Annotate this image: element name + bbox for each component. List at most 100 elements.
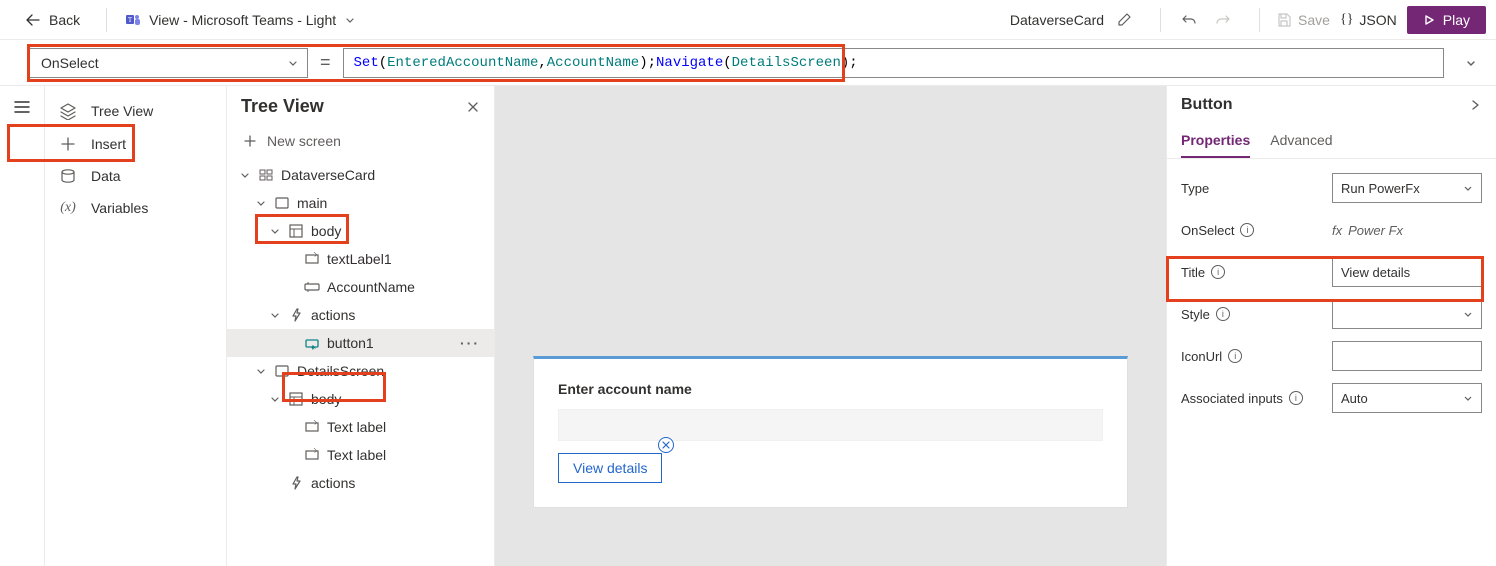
card-preview: Enter account name View details xyxy=(533,356,1128,508)
prop-style-label: Style xyxy=(1181,307,1210,322)
undo-icon xyxy=(1181,12,1197,28)
screen-icon xyxy=(273,363,291,379)
tree-row-label: AccountName xyxy=(327,279,415,295)
selection-handle-icon[interactable] xyxy=(658,437,674,453)
json-button[interactable]: {} JSON xyxy=(1340,12,1397,28)
tree-row-text-label[interactable]: Text label xyxy=(227,441,494,469)
tree-row-dataversecard[interactable]: DataverseCard xyxy=(227,161,494,189)
tree-row-body[interactable]: body xyxy=(227,217,494,245)
nav-item-tree-view[interactable]: Tree View xyxy=(45,94,226,128)
new-screen-button[interactable]: New screen xyxy=(227,127,494,161)
chevron-down-icon[interactable] xyxy=(239,170,251,180)
back-button[interactable]: Back xyxy=(25,12,80,28)
formula-token: ); xyxy=(639,55,656,71)
prop-assoc-value: Auto xyxy=(1341,391,1368,406)
nav-item-variables[interactable]: (x)Variables xyxy=(45,192,226,224)
tree-row-label: DetailsScreen xyxy=(297,363,384,379)
nav-item-label: Variables xyxy=(91,200,148,216)
nav-item-label: Insert xyxy=(91,136,126,152)
tree-row-body[interactable]: body xyxy=(227,385,494,413)
chevron-down-icon xyxy=(1463,393,1473,403)
close-panel-button[interactable] xyxy=(466,100,480,114)
prop-onselect-value[interactable]: fx Power Fx xyxy=(1332,215,1482,245)
card-view-details-button[interactable]: View details xyxy=(558,453,662,483)
tree-row-label: button1 xyxy=(327,335,374,351)
prop-type-dropdown[interactable]: Run PowerFx xyxy=(1332,173,1482,203)
hamburger-button[interactable] xyxy=(13,98,31,116)
view-theme-select[interactable]: T View - Microsoft Teams - Light xyxy=(125,12,356,28)
separator xyxy=(1160,8,1161,32)
prop-title-input[interactable]: View details xyxy=(1332,257,1482,287)
formula-token: Navigate xyxy=(656,55,723,71)
info-icon[interactable]: i xyxy=(1289,391,1303,405)
chevron-down-icon[interactable] xyxy=(255,198,267,208)
formula-token: EnteredAccountName xyxy=(387,55,538,71)
tree-row-label: main xyxy=(297,195,327,211)
rename-button[interactable] xyxy=(1112,8,1136,32)
card-account-name-input[interactable] xyxy=(558,409,1103,441)
prop-style-dropdown[interactable] xyxy=(1332,299,1482,329)
tab-advanced[interactable]: Advanced xyxy=(1270,124,1332,158)
prop-assoc-dropdown[interactable]: Auto xyxy=(1332,383,1482,413)
new-screen-label: New screen xyxy=(267,133,341,149)
nav-item-data[interactable]: Data xyxy=(45,160,226,192)
prop-iconurl-input[interactable] xyxy=(1332,341,1482,371)
play-button[interactable]: Play xyxy=(1407,6,1486,34)
tree-row-label: actions xyxy=(311,475,355,491)
tree-view-title: Tree View xyxy=(241,96,324,117)
tree-row-label: Text label xyxy=(327,419,386,435)
chevron-down-icon xyxy=(1463,183,1473,193)
back-label: Back xyxy=(49,12,80,28)
tree-row-main[interactable]: main xyxy=(227,189,494,217)
property-dropdown-label: OnSelect xyxy=(41,55,99,71)
tree-row-text-label[interactable]: Text label xyxy=(227,413,494,441)
property-dropdown[interactable]: OnSelect xyxy=(28,48,308,78)
redo-button[interactable] xyxy=(1211,8,1235,32)
info-icon[interactable]: i xyxy=(1211,265,1225,279)
actions-icon xyxy=(287,475,305,491)
formula-token: ); xyxy=(841,55,858,71)
separator xyxy=(106,8,107,32)
chevron-down-icon[interactable] xyxy=(269,310,281,320)
tree-row-label: DataverseCard xyxy=(281,167,375,183)
tree-row-button1[interactable]: button1 ··· xyxy=(227,329,494,357)
undo-button[interactable] xyxy=(1177,8,1201,32)
chevron-down-icon xyxy=(1463,309,1473,319)
tree-row-label: body xyxy=(311,223,341,239)
save-button: Save xyxy=(1276,12,1330,28)
nav-item-insert[interactable]: Insert xyxy=(45,128,226,160)
screen-icon xyxy=(273,195,291,211)
info-icon[interactable]: i xyxy=(1216,307,1230,321)
formula-token: ( xyxy=(379,55,387,71)
chevron-down-icon[interactable] xyxy=(269,226,281,236)
tree-row-textlabel1[interactable]: textLabel1 xyxy=(227,245,494,273)
expand-formula-button[interactable] xyxy=(1456,56,1486,70)
tree-row-label: textLabel1 xyxy=(327,251,392,267)
tree-row-accountname[interactable]: AccountName xyxy=(227,273,494,301)
tree-row-detailsscreen[interactable]: DetailsScreen xyxy=(227,357,494,385)
actions-icon xyxy=(287,307,305,323)
layers-icon xyxy=(59,102,77,120)
info-icon[interactable]: i xyxy=(1228,349,1242,363)
text-icon xyxy=(303,447,321,463)
redo-icon xyxy=(1215,12,1231,28)
prop-title-value: View details xyxy=(1341,265,1410,280)
save-icon xyxy=(1276,12,1292,28)
braces-icon: {} xyxy=(1340,12,1353,28)
tree-row-actions[interactable]: actions xyxy=(227,301,494,329)
info-icon[interactable]: i xyxy=(1240,223,1254,237)
prop-onselect-label: OnSelect xyxy=(1181,223,1234,238)
chevron-down-icon xyxy=(344,14,356,26)
more-icon[interactable]: ··· xyxy=(460,335,486,351)
prop-iconurl-label: IconUrl xyxy=(1181,349,1222,364)
formula-input[interactable]: Set(EnteredAccountName, AccountName); Na… xyxy=(343,48,1444,78)
chevron-down-icon[interactable] xyxy=(255,366,267,376)
tab-properties[interactable]: Properties xyxy=(1181,124,1250,158)
formula-token: , xyxy=(538,55,546,71)
chevron-right-icon[interactable] xyxy=(1468,98,1482,112)
prop-type-value: Run PowerFx xyxy=(1341,181,1420,196)
prop-title-label: Title xyxy=(1181,265,1205,280)
body-icon xyxy=(287,223,305,239)
tree-row-actions[interactable]: actions xyxy=(227,469,494,497)
chevron-down-icon[interactable] xyxy=(269,394,281,404)
